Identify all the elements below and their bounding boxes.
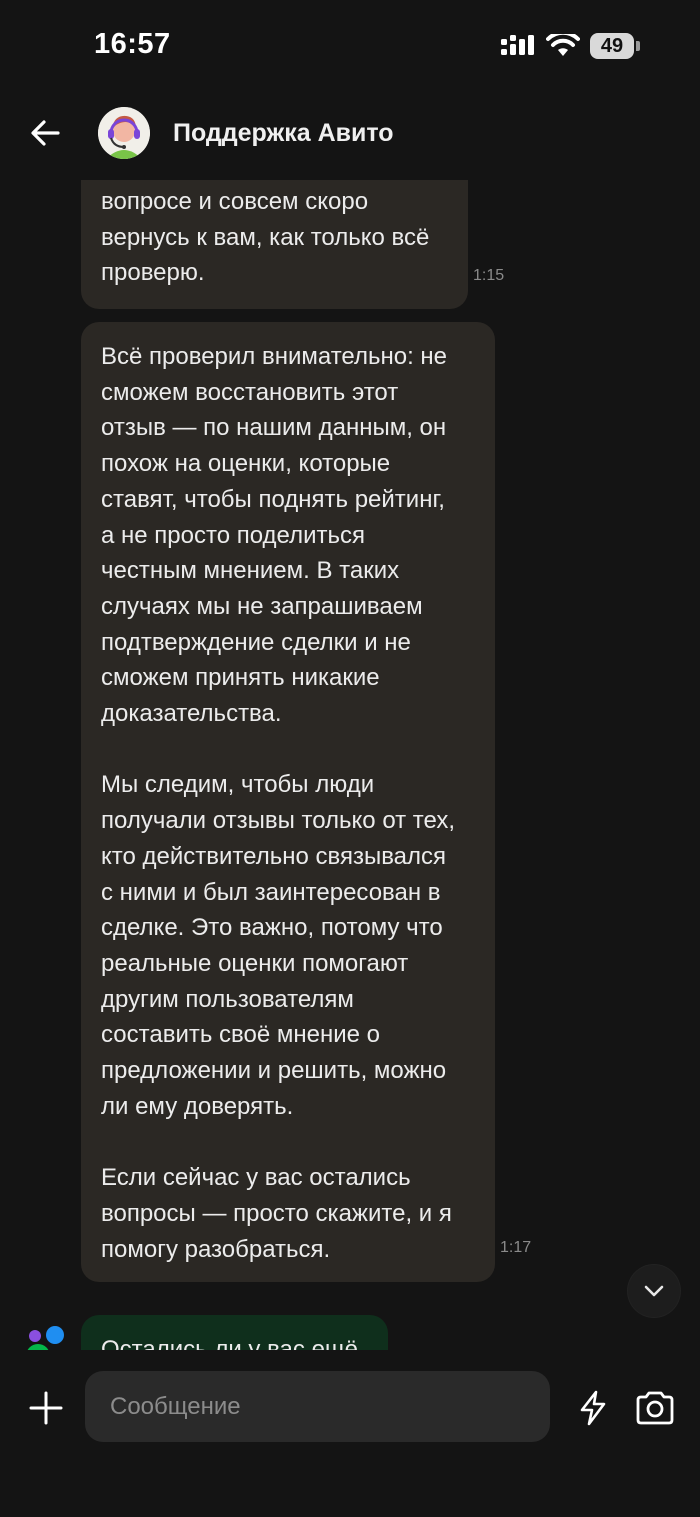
status-bar: 16:57 49 [0,0,700,95]
message-bubble-bot[interactable]: Остались ли у вас ещё [81,1315,388,1350]
battery-icon: 49 [590,33,640,59]
chat-messages[interactable]: вопросе и совсем скоро вернусь к вам, ка… [0,180,700,1350]
message-bubble[interactable]: Всё проверил внимательно: не сможем восс… [81,322,495,1282]
plus-icon[interactable] [28,1390,64,1426]
message-text: вопросе и совсем скоро вернусь к вам, ка… [101,188,430,287]
arrow-left-icon[interactable] [28,115,64,151]
signal-icon [501,35,534,55]
wifi-icon [546,34,580,56]
bot-avatar [27,1326,64,1350]
message-bubble[interactable]: вопросе и совсем скоро вернусь к вам, ка… [81,180,468,309]
message-time: 1:15 [473,267,505,284]
status-icons: 49 [500,33,640,59]
chevron-down-icon [644,1285,664,1297]
battery-level: 49 [590,33,634,59]
message-text: Всё проверил внимательно: не сможем восс… [101,343,456,1263]
message-time: 1:17 [500,1239,532,1256]
scroll-down-button[interactable] [628,1265,680,1317]
message-input[interactable]: Сообщение [85,1371,550,1442]
support-avatar[interactable] [98,107,150,159]
message-composer: Сообщение [0,1350,700,1517]
lightning-icon[interactable] [578,1390,608,1426]
chat-header: Поддержка Авито [0,95,700,180]
page-title: Поддержка Авито [173,119,394,147]
status-time: 16:57 [94,28,171,60]
message-text: Остались ли у вас ещё [101,1336,359,1350]
camera-icon[interactable] [634,1390,676,1426]
